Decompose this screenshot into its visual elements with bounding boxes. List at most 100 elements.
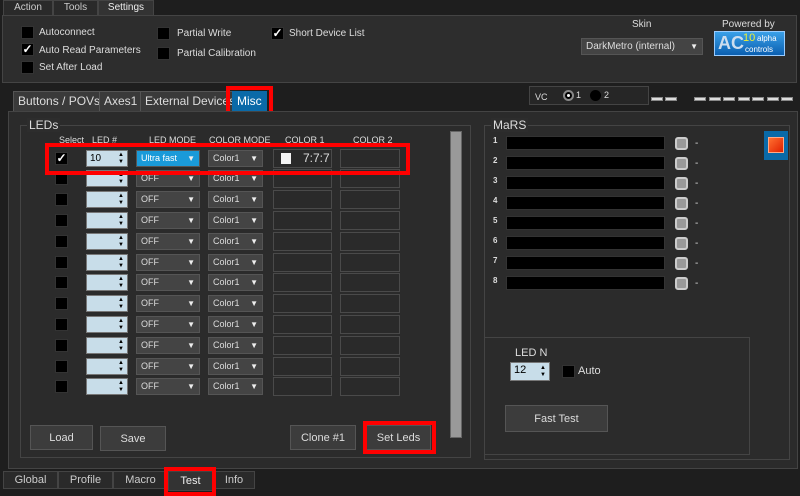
color1-field[interactable] xyxy=(273,336,332,355)
mars-led-button[interactable] xyxy=(675,157,688,170)
tab-macro[interactable]: Macro xyxy=(113,471,168,489)
color1-field[interactable] xyxy=(273,190,332,209)
tab-action[interactable]: Action xyxy=(3,0,53,16)
led-mode-select[interactable]: OFF ▼ xyxy=(136,316,200,333)
color2-field[interactable] xyxy=(340,169,400,188)
color-mode-select[interactable]: Color1 ▼ xyxy=(208,254,263,271)
color2-field[interactable] xyxy=(340,315,400,334)
led-select-checkbox[interactable] xyxy=(55,297,68,310)
color-mode-select[interactable]: Color1 ▼ xyxy=(208,212,263,229)
short-device-list-checkbox[interactable]: ✓ xyxy=(271,27,284,40)
led-number-stepper[interactable]: ▲ ▼ xyxy=(86,212,128,229)
tab-test[interactable]: Test xyxy=(168,471,213,491)
color2-field[interactable] xyxy=(340,377,400,396)
led-number-stepper[interactable]: 10 ▲ ▼ xyxy=(86,150,128,167)
color1-field[interactable] xyxy=(273,273,332,292)
leds-scrollbar[interactable] xyxy=(450,131,462,438)
color-mode-select[interactable]: Color1 ▼ xyxy=(208,316,263,333)
save-button[interactable]: Save xyxy=(100,426,166,451)
set-leds-button[interactable]: Set Leds xyxy=(366,425,431,450)
led-select-checkbox[interactable] xyxy=(55,276,68,289)
led-number-stepper[interactable]: ▲ ▼ xyxy=(86,358,128,375)
led-number-stepper[interactable]: ▲ ▼ xyxy=(86,254,128,271)
led-mode-select[interactable]: OFF ▼ xyxy=(136,170,200,187)
color-mode-select[interactable]: Color1 ▼ xyxy=(208,233,263,250)
color2-field[interactable] xyxy=(340,336,400,355)
mars-led-button[interactable] xyxy=(675,237,688,250)
tab-settings[interactable]: Settings xyxy=(98,0,154,16)
mars-led-button[interactable] xyxy=(675,137,688,150)
led-mode-select[interactable]: OFF ▼ xyxy=(136,358,200,375)
led-select-checkbox[interactable] xyxy=(55,380,68,393)
tab-buttons-povs[interactable]: Buttons / POVs xyxy=(13,91,106,112)
color2-field[interactable] xyxy=(340,149,400,168)
led-number-stepper[interactable]: ▲ ▼ xyxy=(86,316,128,333)
led-number-stepper[interactable]: ▲ ▼ xyxy=(86,274,128,291)
led-select-checkbox[interactable] xyxy=(55,193,68,206)
color-mode-select[interactable]: Color1 ▼ xyxy=(208,358,263,375)
led-mode-select[interactable]: OFF ▼ xyxy=(136,274,200,291)
fast-test-button[interactable]: Fast Test xyxy=(505,405,608,432)
color-mode-select[interactable]: Color1 ▼ xyxy=(208,191,263,208)
clone-button[interactable]: Clone #1 xyxy=(290,425,356,450)
tab-global[interactable]: Global xyxy=(3,471,58,489)
led-select-checkbox[interactable] xyxy=(55,256,68,269)
led-mode-select[interactable]: OFF ▼ xyxy=(136,337,200,354)
partial-write-checkbox[interactable] xyxy=(157,27,170,40)
tab-info[interactable]: Info xyxy=(213,471,255,489)
tab-misc[interactable]: Misc xyxy=(232,91,267,112)
color2-field[interactable] xyxy=(340,273,400,292)
color1-field[interactable] xyxy=(273,232,332,251)
mars-led-button[interactable] xyxy=(675,197,688,210)
led-mode-select[interactable]: Ultra fast ▼ xyxy=(136,150,200,167)
color1-field[interactable] xyxy=(273,357,332,376)
led-select-checkbox[interactable] xyxy=(55,172,68,185)
tab-tools[interactable]: Tools xyxy=(53,0,98,16)
color2-field[interactable] xyxy=(340,211,400,230)
color-mode-select[interactable]: Color1 ▼ xyxy=(208,295,263,312)
led-select-checkbox[interactable] xyxy=(55,235,68,248)
partial-calibration-checkbox[interactable] xyxy=(157,47,170,60)
color-mode-select[interactable]: Color1 ▼ xyxy=(208,274,263,291)
led-mode-select[interactable]: OFF ▼ xyxy=(136,191,200,208)
color-mode-select[interactable]: Color1 ▼ xyxy=(208,170,263,187)
mars-led-button[interactable] xyxy=(675,277,688,290)
color1-field[interactable] xyxy=(273,294,332,313)
color1-field[interactable] xyxy=(273,377,332,396)
color2-field[interactable] xyxy=(340,294,400,313)
led-number-stepper[interactable]: ▲ ▼ xyxy=(86,170,128,187)
color2-field[interactable] xyxy=(340,190,400,209)
tab-profile[interactable]: Profile xyxy=(58,471,113,489)
color2-field[interactable] xyxy=(340,357,400,376)
color1-field[interactable]: 7:7:7 xyxy=(273,149,332,168)
led-select-checkbox[interactable] xyxy=(55,214,68,227)
led-mode-select[interactable]: OFF ▼ xyxy=(136,212,200,229)
autoconnect-checkbox[interactable] xyxy=(21,26,34,39)
ledn-stepper[interactable]: 12 ▲ ▼ xyxy=(510,362,550,381)
tab-axes1[interactable]: Axes1 xyxy=(99,91,143,112)
set-after-load-checkbox[interactable] xyxy=(21,61,34,74)
auto-checkbox[interactable] xyxy=(562,365,575,378)
skin-select[interactable]: DarkMetro (internal) ▼ xyxy=(581,38,703,55)
color1-field[interactable] xyxy=(273,253,332,272)
mars-led-button[interactable] xyxy=(675,257,688,270)
tab-external-devices[interactable]: External Devices xyxy=(140,91,241,112)
color1-field[interactable] xyxy=(273,169,332,188)
vc-radio-2[interactable] xyxy=(590,90,601,101)
color-mode-select[interactable]: Color1 ▼ xyxy=(208,150,263,167)
led-select-checkbox[interactable] xyxy=(55,339,68,352)
led-mode-select[interactable]: OFF ▼ xyxy=(136,233,200,250)
led-mode-select[interactable]: OFF ▼ xyxy=(136,295,200,312)
led-number-stepper[interactable]: ▲ ▼ xyxy=(86,337,128,354)
led-select-checkbox[interactable] xyxy=(55,360,68,373)
mars-led-button[interactable] xyxy=(675,177,688,190)
auto-read-checkbox[interactable]: ✓ xyxy=(21,43,34,56)
color-mode-select[interactable]: Color1 ▼ xyxy=(208,337,263,354)
vc-radio-1[interactable] xyxy=(563,90,574,101)
led-mode-select[interactable]: OFF ▼ xyxy=(136,378,200,395)
led-number-stepper[interactable]: ▲ ▼ xyxy=(86,191,128,208)
mars-led-button[interactable] xyxy=(675,217,688,230)
led-number-stepper[interactable]: ▲ ▼ xyxy=(86,295,128,312)
led-select-checkbox[interactable]: ✓ xyxy=(55,152,68,165)
load-button[interactable]: Load xyxy=(30,425,93,450)
